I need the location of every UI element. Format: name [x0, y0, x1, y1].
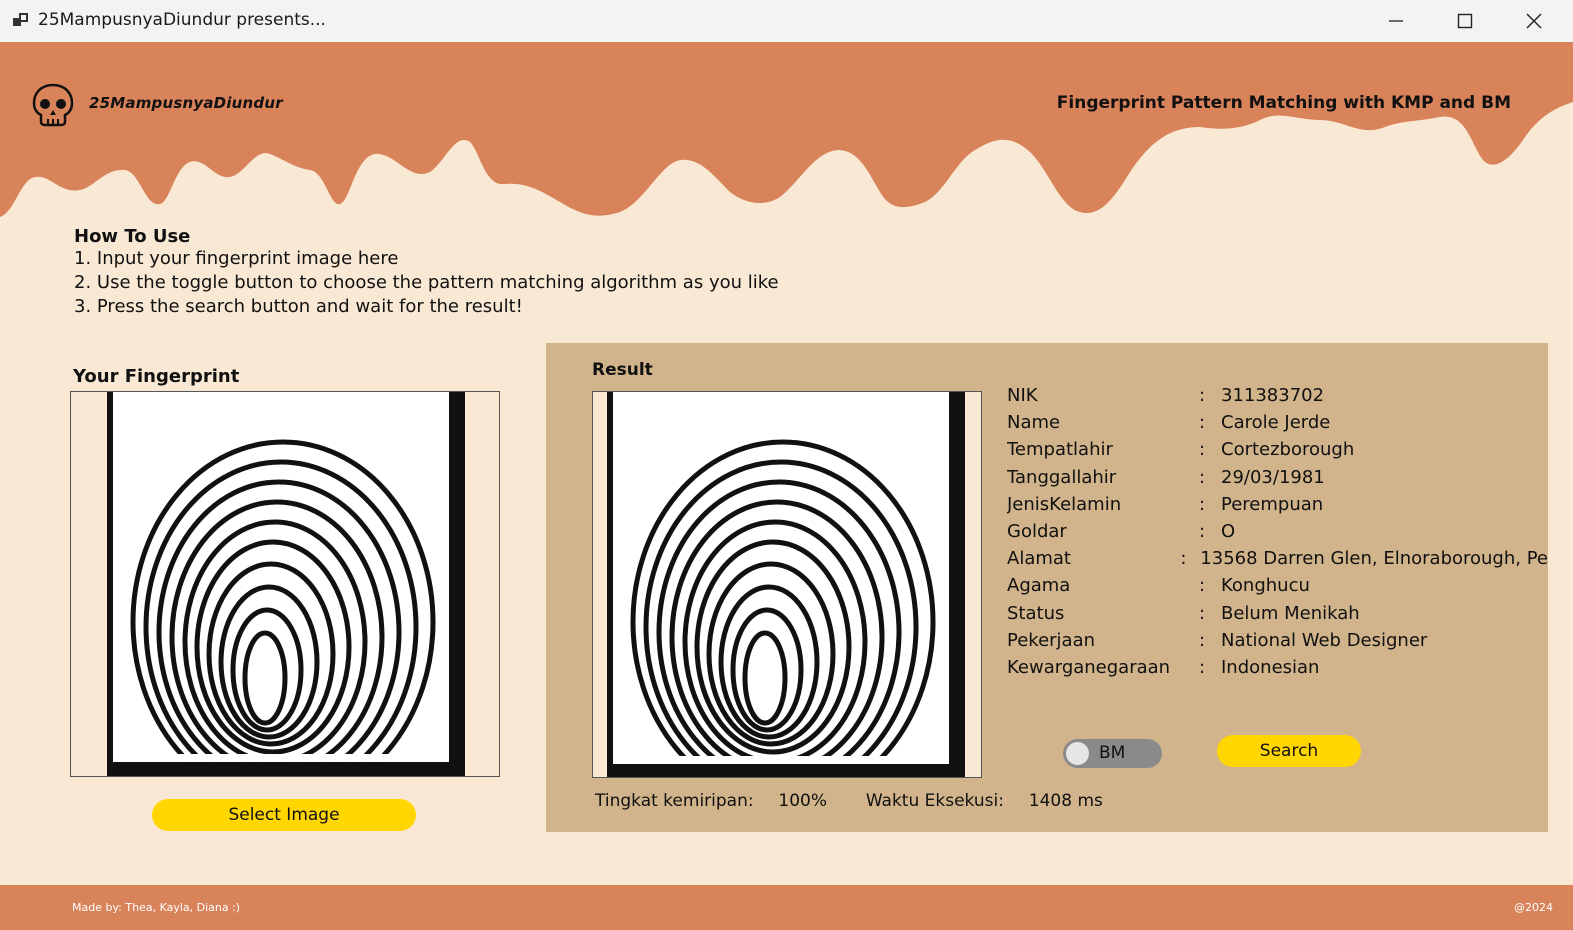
howto-step: 3. Press the search button and wait for … [74, 296, 523, 317]
fingerprint-image [107, 392, 465, 776]
info-colon: : [1199, 521, 1206, 543]
window-titlebar: 25MampusnyaDiundur presents... [0, 0, 1573, 42]
info-key: Kewarganegaraan [1007, 656, 1171, 678]
skull-icon [32, 83, 74, 127]
info-colon: : [1199, 656, 1206, 678]
info-row-name: Name : Carole Jerde [1007, 409, 1548, 436]
howto-title: How To Use [74, 226, 191, 247]
info-value: 311383702 [1221, 385, 1325, 407]
maximize-icon [1457, 13, 1473, 29]
maximize-button[interactable] [1431, 0, 1499, 42]
info-value: Perempuan [1221, 493, 1324, 515]
input-fingerprint-image [70, 391, 500, 777]
fingerprint-image [607, 392, 965, 777]
info-row-kewarganegaraan: Kewarganegaraan : Indonesian [1007, 654, 1548, 681]
info-key: Tempatlahir [1007, 439, 1113, 461]
similarity-value: 100% [778, 791, 828, 811]
execution-time-label: Waktu Eksekusi: [865, 791, 1004, 811]
info-row-goldar: Goldar : O [1007, 518, 1548, 545]
your-fingerprint-label: Your Fingerprint [73, 366, 240, 387]
info-value: 29/03/1981 [1221, 466, 1325, 488]
info-value: Belum Menikah [1221, 602, 1360, 624]
info-value: O [1221, 521, 1236, 543]
app-window-icon [13, 13, 28, 26]
info-value: Indonesian [1221, 656, 1320, 678]
brand-name: 25MampusnyaDiundur [89, 94, 283, 112]
minimize-icon [1389, 20, 1403, 22]
info-key: Goldar [1007, 521, 1067, 543]
info-row-nik: NIK : 311383702 [1007, 382, 1548, 409]
result-info-table: NIK : 311383702 Name : Carole Jerde Temp… [1007, 382, 1548, 681]
howto-steps: 1. Input your fingerprint image here 2. … [74, 247, 779, 319]
info-value: National Web Designer [1221, 629, 1428, 651]
info-row-jeniskelamin: JenisKelamin : Perempuan [1007, 491, 1548, 518]
similarity-label: Tingkat kemiripan: [595, 791, 754, 811]
footer-year: @2024 [1514, 901, 1553, 914]
info-row-agama: Agama : Konghucu [1007, 572, 1548, 599]
info-key: Name [1007, 412, 1061, 434]
result-label: Result [592, 360, 653, 380]
info-colon: : [1199, 439, 1206, 461]
toggle-label: BM [1099, 743, 1126, 763]
info-value: Cortezborough [1221, 439, 1355, 461]
select-image-button[interactable]: Select Image [152, 799, 416, 831]
execution-time-value: 1408 ms [1028, 791, 1103, 811]
minimize-button[interactable] [1362, 0, 1430, 42]
info-row-alamat: Alamat : 13568 Darren Glen, Elnoraboroug… [1007, 545, 1548, 572]
info-row-pekerjaan: Pekerjaan : National Web Designer [1007, 627, 1548, 654]
toggle-knob[interactable] [1066, 742, 1089, 765]
info-row-status: Status : Belum Menikah [1007, 600, 1548, 627]
info-colon: : [1199, 385, 1206, 407]
info-row-tanggallahir: Tanggallahir : 29/03/1981 [1007, 464, 1548, 491]
howto-step: 2. Use the toggle button to choose the p… [74, 272, 779, 293]
close-button[interactable] [1500, 0, 1568, 42]
footer: Made by: Thea, Kayla, Diana :) @2024 [0, 885, 1573, 930]
info-key: JenisKelamin [1007, 493, 1122, 515]
info-colon: : [1199, 602, 1206, 624]
app-heading: Fingerprint Pattern Matching with KMP an… [1056, 93, 1511, 113]
header-banner [0, 42, 1573, 217]
algorithm-toggle[interactable]: BM [1063, 739, 1162, 768]
footer-credits: Made by: Thea, Kayla, Diana :) [72, 901, 241, 914]
info-colon: : [1199, 575, 1206, 597]
info-row-tempatlahir: Tempatlahir : Cortezborough [1007, 436, 1548, 463]
result-stats: Tingkat kemiripan: 100% Waktu Eksekusi: … [595, 791, 1103, 811]
info-value: Carole Jerde [1221, 412, 1331, 434]
info-value: Konghucu [1221, 575, 1310, 597]
info-key: NIK [1007, 385, 1038, 407]
info-key: Tanggallahir [1007, 466, 1117, 488]
info-value: 13568 Darren Glen, Elnoraborough, Pe [1200, 548, 1548, 570]
close-icon [1526, 13, 1542, 29]
info-key: Status [1007, 602, 1065, 624]
info-key: Pekerjaan [1007, 629, 1096, 651]
howto-step: 1. Input your fingerprint image here [74, 248, 399, 269]
info-colon: : [1199, 493, 1206, 515]
window-title: 25MampusnyaDiundur presents... [38, 10, 326, 30]
info-colon: : [1199, 629, 1206, 651]
info-key: Alamat [1007, 548, 1071, 570]
info-key: Agama [1007, 575, 1071, 597]
info-colon: : [1180, 548, 1187, 570]
info-colon: : [1199, 412, 1206, 434]
result-fingerprint-image [592, 391, 982, 778]
search-button[interactable]: Search [1217, 735, 1361, 767]
info-colon: : [1199, 466, 1206, 488]
